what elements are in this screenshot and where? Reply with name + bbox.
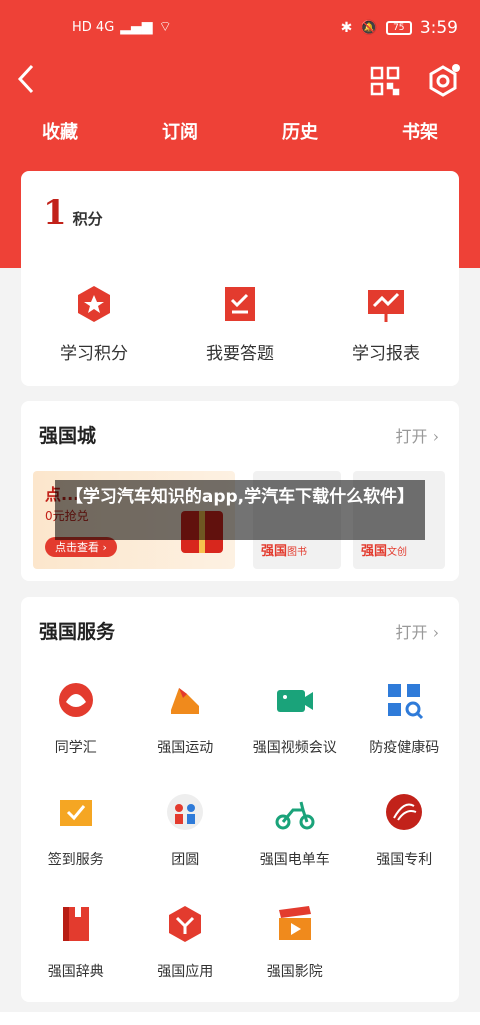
points-value: 1 [43, 193, 67, 233]
bluetooth-icon: ✱ [340, 20, 353, 36]
reunion-icon [162, 789, 208, 835]
service-dictionary[interactable]: 强国辞典 [21, 901, 131, 981]
status-bar: HD 4G ▂▄▆ ⌔ ✱ 🔕 75 3:59 [0, 0, 480, 56]
ebike-icon [272, 789, 318, 835]
service-label: 强国专利 [376, 852, 433, 868]
service-reunion[interactable]: 团圆 [131, 789, 241, 869]
quiz-label: 我要答题 [206, 344, 274, 364]
services-open-link[interactable]: 打开 › [396, 619, 440, 643]
service-cinema[interactable]: 强国影院 [240, 901, 350, 981]
tab-favorites[interactable]: 收藏 [0, 118, 120, 150]
service-label: 团圆 [171, 852, 200, 868]
points-unit: 积分 [72, 210, 103, 228]
service-sports[interactable]: 强国运动 [131, 677, 241, 757]
points-summary[interactable]: 1 积分 [43, 193, 103, 233]
service-label: 防疫健康码 [369, 740, 440, 756]
study-points-label: 学习积分 [60, 344, 128, 364]
service-label: 强国辞典 [47, 964, 104, 980]
study-points-button[interactable]: 学习积分 [21, 281, 167, 364]
signal-icon: ▂▄▆ [120, 19, 153, 35]
battery-icon: 75 [385, 21, 412, 35]
cinema-icon [272, 901, 318, 947]
wifi-icon: ⌔ [158, 19, 172, 35]
bottom-edge [0, 1012, 480, 1025]
tile-books-label: 强国图书 [261, 544, 308, 559]
study-report-label: 学习报表 [352, 344, 420, 364]
qr-code-icon[interactable] [370, 66, 400, 96]
service-label: 强国运动 [157, 740, 214, 756]
gear-icon[interactable] [426, 64, 460, 98]
network-label: HD 4G [72, 19, 115, 35]
points-card: 1 积分 学习积分 我要答题 学习报表 [21, 171, 459, 386]
top-toolbar [0, 56, 480, 112]
clock: 3:59 [419, 18, 458, 38]
mall-title: 强国城 [39, 425, 97, 447]
service-checkin[interactable]: 签到服务 [21, 789, 131, 869]
checkin-icon [53, 789, 99, 835]
mute-icon: 🔕 [360, 20, 378, 36]
video-camera-icon [272, 677, 318, 723]
study-report-button[interactable]: 学习报表 [313, 281, 459, 364]
service-health-code[interactable]: 防疫健康码 [350, 677, 460, 757]
service-label: 签到服务 [47, 852, 104, 868]
tab-bookshelf[interactable]: 书架 [360, 118, 480, 150]
points-icon [71, 281, 117, 327]
classmates-icon [53, 677, 99, 723]
apps-icon [162, 901, 208, 947]
service-label: 强国应用 [157, 964, 214, 980]
service-apps[interactable]: 强国应用 [131, 901, 241, 981]
sports-shoe-icon [162, 677, 208, 723]
services-card: 强国服务 打开 › 同学汇 强国运动 强国视频会议 防疫健康码 签到服务 团圆 [21, 597, 459, 1002]
report-icon [363, 281, 409, 327]
caption-overlay: 【学习汽车知识的app,学汽车下载什么软件】 [55, 480, 425, 540]
dictionary-icon [53, 901, 99, 947]
service-label: 同学汇 [54, 740, 97, 756]
service-video-meeting[interactable]: 强国视频会议 [240, 677, 350, 757]
health-code-icon [381, 677, 427, 723]
quiz-icon [217, 281, 263, 327]
mall-open-link[interactable]: 打开 › [396, 423, 440, 447]
profile-tabs: 收藏 订阅 历史 书架 [0, 118, 480, 150]
service-label: 强国视频会议 [252, 740, 337, 756]
promo-view-button[interactable]: 点击查看 › [45, 537, 117, 557]
service-ebike[interactable]: 强国电单车 [240, 789, 350, 869]
service-label: 强国影院 [266, 964, 323, 980]
patent-icon [381, 789, 427, 835]
service-label: 强国电单车 [259, 852, 330, 868]
service-patent[interactable]: 强国专利 [350, 789, 460, 869]
back-arrow-icon[interactable] [14, 62, 46, 102]
services-title: 强国服务 [39, 621, 116, 643]
service-classmates[interactable]: 同学汇 [21, 677, 131, 757]
tile-culture-label: 强国文创 [361, 544, 408, 559]
tab-subscriptions[interactable]: 订阅 [120, 118, 240, 150]
tab-history[interactable]: 历史 [240, 118, 360, 150]
quiz-button[interactable]: 我要答题 [167, 281, 313, 364]
